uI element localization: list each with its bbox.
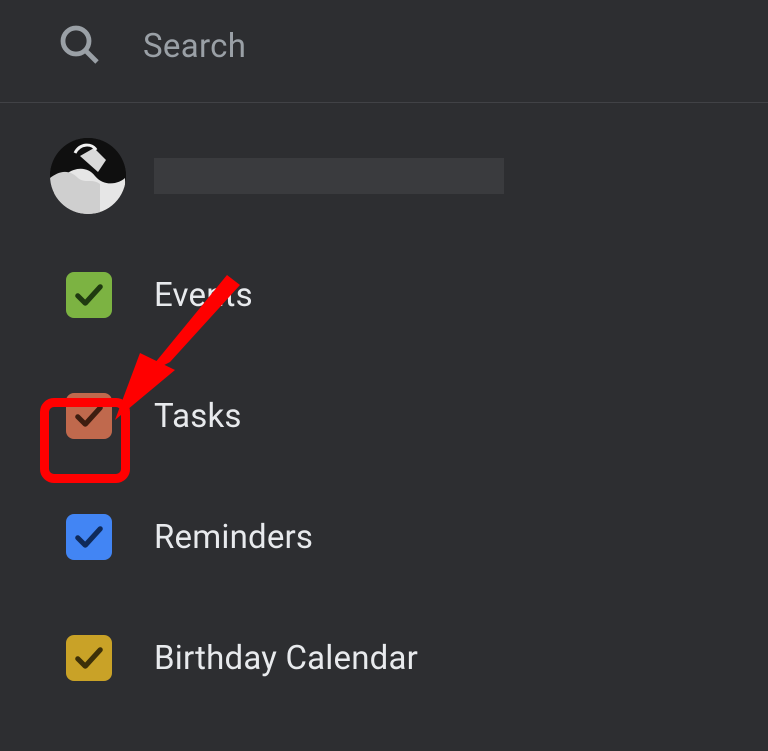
calendar-label-events: Events	[154, 276, 253, 315]
account-row[interactable]	[50, 138, 768, 214]
search-icon	[55, 20, 103, 72]
checkbox-birthday[interactable]	[66, 635, 112, 681]
avatar	[50, 138, 126, 214]
calendar-row-birthday[interactable]: Birthday Calendar	[50, 635, 768, 681]
checkbox-reminders[interactable]	[66, 514, 112, 560]
calendar-row-reminders[interactable]: Reminders	[50, 514, 768, 560]
calendar-label-tasks: Tasks	[154, 397, 242, 436]
calendar-row-tasks[interactable]: Tasks	[50, 393, 768, 439]
sidebar-content: Events Tasks Reminders Birthday Calendar	[0, 103, 768, 681]
search-placeholder: Search	[143, 27, 246, 66]
search-row[interactable]: Search	[0, 0, 768, 102]
calendar-row-events[interactable]: Events	[50, 272, 768, 318]
calendar-label-reminders: Reminders	[154, 518, 313, 557]
account-email-redacted	[154, 158, 504, 194]
calendar-label-birthday: Birthday Calendar	[154, 639, 418, 678]
checkbox-events[interactable]	[66, 272, 112, 318]
checkbox-tasks[interactable]	[66, 393, 112, 439]
